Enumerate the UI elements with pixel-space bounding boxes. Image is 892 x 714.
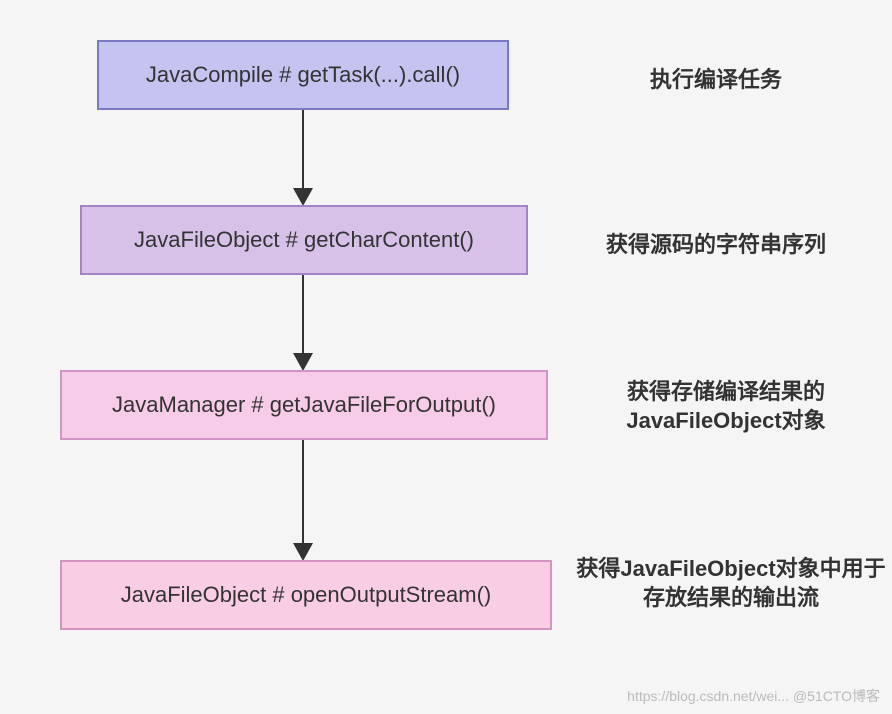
node-1-label: JavaCompile # getTask(...).call(): [146, 62, 460, 88]
arrow-1: [302, 110, 304, 190]
arrow-2: [302, 275, 304, 355]
annotation-4: 获得JavaFileObject对象中用于存放结果的输出流: [576, 555, 886, 612]
watermark-text: https://blog.csdn.net/wei... @51CTO博客: [627, 686, 880, 706]
node-4-label: JavaFileObject # openOutputStream(): [121, 582, 492, 608]
arrowhead-1: [293, 188, 313, 206]
arrow-3: [302, 440, 304, 545]
annotation-1: 执行编译任务: [576, 62, 856, 94]
node-2-label: JavaFileObject # getCharContent(): [134, 227, 474, 253]
annotation-3: 获得存储编译结果的JavaFileObject对象: [576, 378, 876, 435]
arrowhead-3: [293, 543, 313, 561]
flowchart-node-3: JavaManager # getJavaFileForOutput(): [60, 370, 548, 440]
arrowhead-2: [293, 353, 313, 371]
flowchart-node-1: JavaCompile # getTask(...).call(): [97, 40, 509, 110]
flowchart-diagram: JavaCompile # getTask(...).call() 执行编译任务…: [0, 0, 892, 714]
flowchart-node-4: JavaFileObject # openOutputStream(): [60, 560, 552, 630]
flowchart-node-2: JavaFileObject # getCharContent(): [80, 205, 528, 275]
node-3-label: JavaManager # getJavaFileForOutput(): [112, 392, 496, 418]
annotation-2: 获得源码的字符串序列: [576, 227, 856, 259]
